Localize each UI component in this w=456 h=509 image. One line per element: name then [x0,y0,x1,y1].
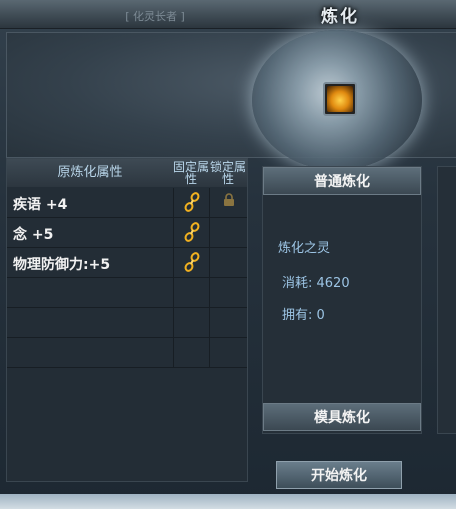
header-fixed-attributes: 固定属性 [173,159,210,187]
attribute-name: 物理防御力:+5 [13,257,111,273]
tab-normal-refine[interactable]: 普通炼化 [263,167,421,195]
refine-spirit-label: 炼化之灵 [278,241,331,256]
attribute-name: 念 +5 [13,227,54,243]
refine-window: [ 化灵长者 ] 炼化 原炼化属性 固定属性 锁定属性 疾语 +4 念 +5 物… [0,0,456,509]
item-slot[interactable] [323,82,357,116]
background-strip [0,494,456,509]
table-row-empty [7,278,247,308]
header-locked-attributes: 锁定属性 [209,159,247,187]
lock-cell[interactable] [209,218,248,247]
table-row: 物理防御力:+5 [7,248,247,278]
fix-cell[interactable] [173,188,210,217]
table-row-empty [7,338,247,368]
attribute-name: 疾语 +4 [13,197,68,213]
header-original-attributes: 原炼化属性 [7,159,173,187]
cost-value: 消耗: 4620 [282,276,350,291]
lock-icon[interactable] [222,193,236,207]
chain-icon[interactable] [184,222,200,242]
owned-value: 拥有: 0 [282,308,325,323]
npc-subtitle: [ 化灵长者 ] [125,10,185,23]
start-refine-button[interactable]: 开始炼化 [276,461,402,489]
lock-cell[interactable] [209,188,248,217]
table-row: 疾语 +4 [7,188,247,218]
chain-icon[interactable] [184,192,200,212]
lock-cell [209,278,248,307]
chain-icon[interactable] [184,252,200,272]
side-panel-edge [437,166,456,434]
lock-cell[interactable] [209,248,248,277]
lock-cell [209,338,248,367]
fix-cell[interactable] [173,218,210,247]
item-icon [327,86,353,112]
fix-cell[interactable] [173,248,210,277]
attribute-table: 原炼化属性 固定属性 锁定属性 疾语 +4 念 +5 物理防御力:+5 [6,158,248,482]
table-row-empty [7,308,247,338]
tab-mold-refine[interactable]: 模具炼化 [263,403,421,431]
window-title: 炼化 [321,7,359,27]
refine-mode-panel: 普通炼化 模具炼化 [262,166,422,434]
lock-cell [209,308,248,337]
title-bar[interactable] [0,0,456,29]
fix-cell [173,338,210,367]
table-row: 念 +5 [7,218,247,248]
fix-cell [173,308,210,337]
fix-cell [173,278,210,307]
